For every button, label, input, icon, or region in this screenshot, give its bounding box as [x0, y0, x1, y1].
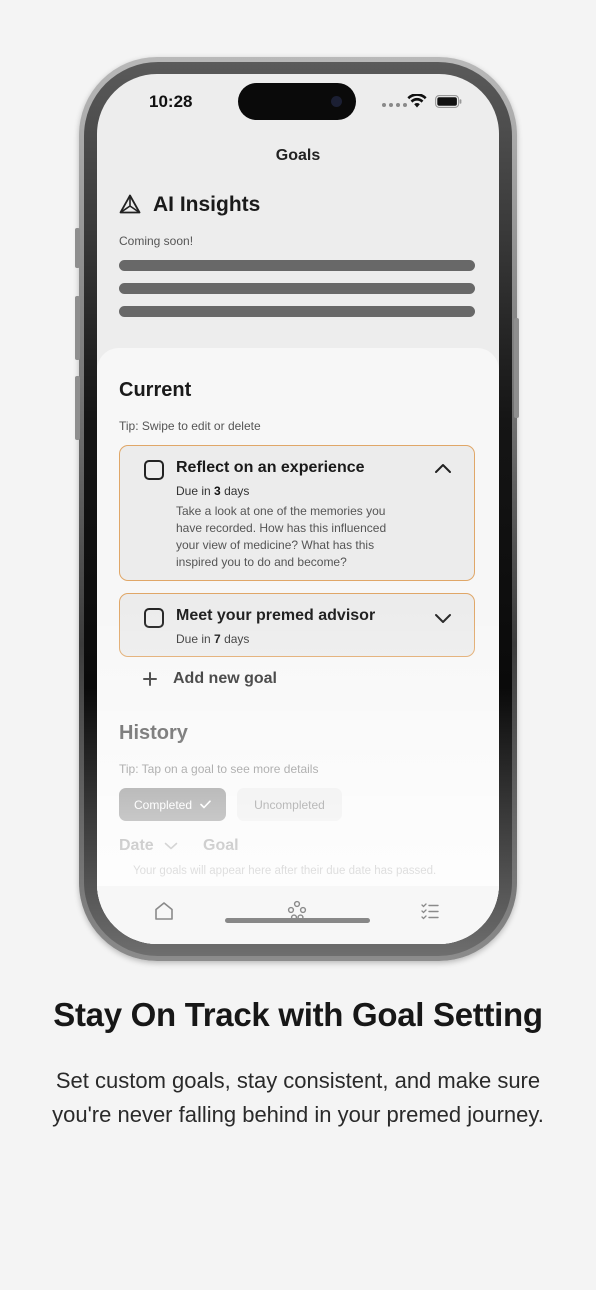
camera-icon	[331, 96, 342, 107]
current-tip: Tip: Swipe to edit or delete	[119, 419, 261, 433]
goal-due: Due in 3 days	[176, 484, 249, 498]
plus-icon	[143, 672, 157, 686]
page-title: Goals	[275, 147, 321, 164]
goal-card[interactable]: Meet your premed advisor Due in 7 days	[119, 593, 475, 657]
volume-up-button	[75, 296, 80, 360]
marketing-headline: Stay On Track with Goal Setting	[53, 996, 543, 1033]
tab-bar	[97, 886, 499, 944]
home-icon[interactable]	[153, 900, 175, 922]
filter-completed-label: Completed	[133, 797, 193, 812]
due-days: 7	[214, 632, 221, 646]
skeleton-line	[119, 283, 475, 294]
chevron-up-icon[interactable]	[434, 462, 452, 474]
signal-icon	[382, 103, 407, 107]
filter-uncompleted[interactable]: Uncompleted	[237, 788, 342, 821]
battery-icon	[435, 95, 462, 108]
ai-insights-title: AI Insights	[153, 193, 261, 216]
checklist-icon[interactable]	[419, 900, 441, 922]
marketing-subcopy: Set custom goals, stay consistent, and m…	[52, 1068, 544, 1127]
goal-column-label: Goal	[203, 837, 239, 854]
date-column-label: Date	[119, 837, 154, 854]
action-button	[75, 228, 80, 268]
history-tip: Tip: Tap on a goal to see more details	[119, 762, 319, 776]
chevron-down-icon[interactable]	[434, 612, 452, 624]
goal-due: Due in 7 days	[176, 632, 249, 646]
due-suffix: days	[224, 484, 250, 498]
filter-uncompleted-label: Uncompleted	[254, 797, 325, 812]
ai-insights-subtitle: Coming soon!	[119, 234, 194, 248]
date-sort-header[interactable]: Date	[119, 837, 178, 855]
chevron-down-icon	[164, 842, 177, 850]
goal-checkbox[interactable]	[144, 460, 164, 480]
goal-card[interactable]: Reflect on an experience Due in 3 days T…	[119, 445, 475, 581]
skeleton-line	[119, 306, 475, 317]
add-goal-button[interactable]: Add new goal	[143, 670, 277, 688]
triangle-network-icon	[119, 194, 141, 214]
due-prefix: Due in	[176, 632, 211, 646]
home-indicator[interactable]	[225, 918, 370, 923]
due-days: 3	[214, 484, 221, 498]
filter-completed[interactable]: Completed	[119, 788, 226, 821]
goal-checkbox[interactable]	[144, 608, 164, 628]
phone-screen: 10:28 Goals AI Insights Coming soon! Cur…	[97, 74, 499, 944]
skeleton-line	[119, 260, 475, 271]
history-empty-note: Your goals will appear here after their …	[133, 865, 437, 877]
history-section-title: History	[119, 722, 188, 744]
goal-title: Meet your premed advisor	[176, 607, 376, 624]
current-section-title: Current	[119, 379, 192, 401]
wifi-icon	[407, 94, 427, 108]
add-goal-label: Add new goal	[173, 670, 277, 687]
dynamic-island	[238, 83, 356, 120]
volume-down-button	[75, 376, 80, 440]
power-button	[514, 318, 519, 418]
due-suffix: days	[224, 632, 250, 646]
goal-title: Reflect on an experience	[176, 459, 365, 476]
status-time: 10:28	[149, 92, 193, 111]
check-icon	[200, 800, 211, 809]
due-prefix: Due in	[176, 484, 211, 498]
goal-description: Take a look at one of the memories you h…	[176, 504, 387, 569]
